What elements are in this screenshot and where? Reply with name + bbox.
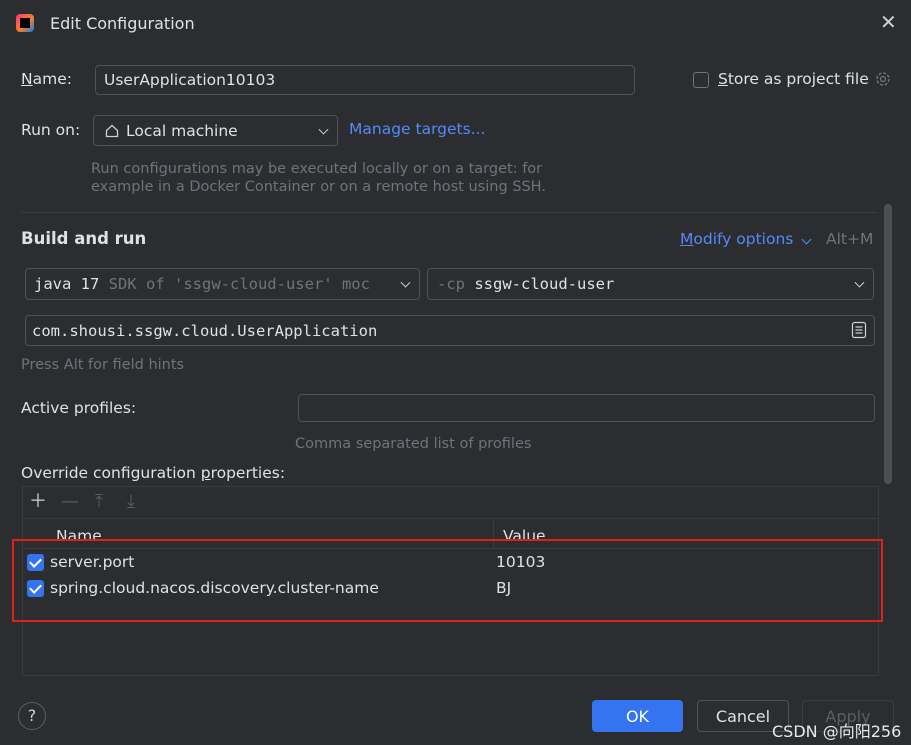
classpath-select[interactable]: -cp ssgw-cloud-user: [427, 268, 874, 300]
sdk-hint: SDK of 'ssgw-cloud-user' moc: [108, 275, 370, 293]
name-label: Name:: [21, 70, 72, 88]
run-on-hint-line2: example in a Docker Container or on a re…: [91, 179, 546, 195]
gear-icon[interactable]: [874, 70, 892, 88]
scrollbar[interactable]: [884, 204, 892, 484]
dialog-title: Edit Configuration: [50, 14, 195, 33]
run-on-label: Run on:: [21, 121, 81, 139]
modify-options-shortcut: Alt+M: [826, 230, 874, 248]
active-profiles-hint: Comma separated list of profiles: [295, 436, 532, 452]
override-properties-label: Override configuration properties:: [21, 464, 286, 482]
build-and-run-heading: Build and run: [21, 229, 147, 248]
close-icon[interactable]: ✕: [880, 12, 897, 32]
chevron-down-icon: [854, 277, 865, 288]
app-logo-icon: [16, 14, 34, 32]
chevron-down-icon: [801, 234, 812, 245]
csdn-watermark: CSDN @向阳256: [772, 722, 902, 741]
section-divider: [21, 212, 878, 213]
sdk-select[interactable]: java 17 SDK of 'ssgw-cloud-user' moc: [25, 268, 420, 300]
chevron-down-icon: [400, 277, 411, 288]
main-class-input[interactable]: com.shousi.ssgw.cloud.UserApplication: [25, 315, 875, 346]
field-hints-text: Press Alt for field hints: [21, 357, 185, 373]
store-as-project-label[interactable]: Store as project file: [718, 70, 869, 88]
remove-icon[interactable]: —: [61, 491, 79, 513]
modify-options-link[interactable]: Modify options: [680, 230, 793, 248]
move-up-icon[interactable]: ⤒: [95, 491, 103, 513]
active-profiles-label: Active profiles:: [21, 399, 137, 417]
main-class-value: com.shousi.ssgw.cloud.UserApplication: [32, 321, 378, 340]
run-on-select-value: Local machine: [126, 121, 238, 140]
add-icon[interactable]: ＋: [29, 491, 47, 513]
active-profiles-input[interactable]: [298, 394, 875, 422]
chevron-down-icon: [318, 124, 329, 135]
store-as-project-checkbox[interactable]: [693, 72, 709, 88]
help-button[interactable]: ?: [18, 702, 46, 730]
manage-targets-link[interactable]: Manage targets...: [349, 120, 485, 138]
move-down-icon[interactable]: ⤓: [127, 491, 135, 513]
classpath-value: ssgw-cloud-user: [474, 275, 615, 293]
name-input[interactable]: UserApplication10103: [95, 65, 635, 95]
name-input-value: UserApplication10103: [104, 71, 276, 89]
browse-list-icon[interactable]: [851, 321, 867, 339]
classpath-prefix: -cp: [437, 275, 465, 293]
home-icon: [104, 123, 120, 139]
sdk-value: java 17: [34, 275, 100, 293]
ok-button[interactable]: OK: [592, 700, 683, 732]
table-toolbar: ＋ — ⤒ ⤓: [23, 487, 878, 519]
run-on-hint-line1: Run configurations may be executed local…: [91, 161, 543, 177]
highlight-annotation-box: [12, 539, 883, 622]
run-on-select[interactable]: Local machine: [93, 115, 338, 146]
